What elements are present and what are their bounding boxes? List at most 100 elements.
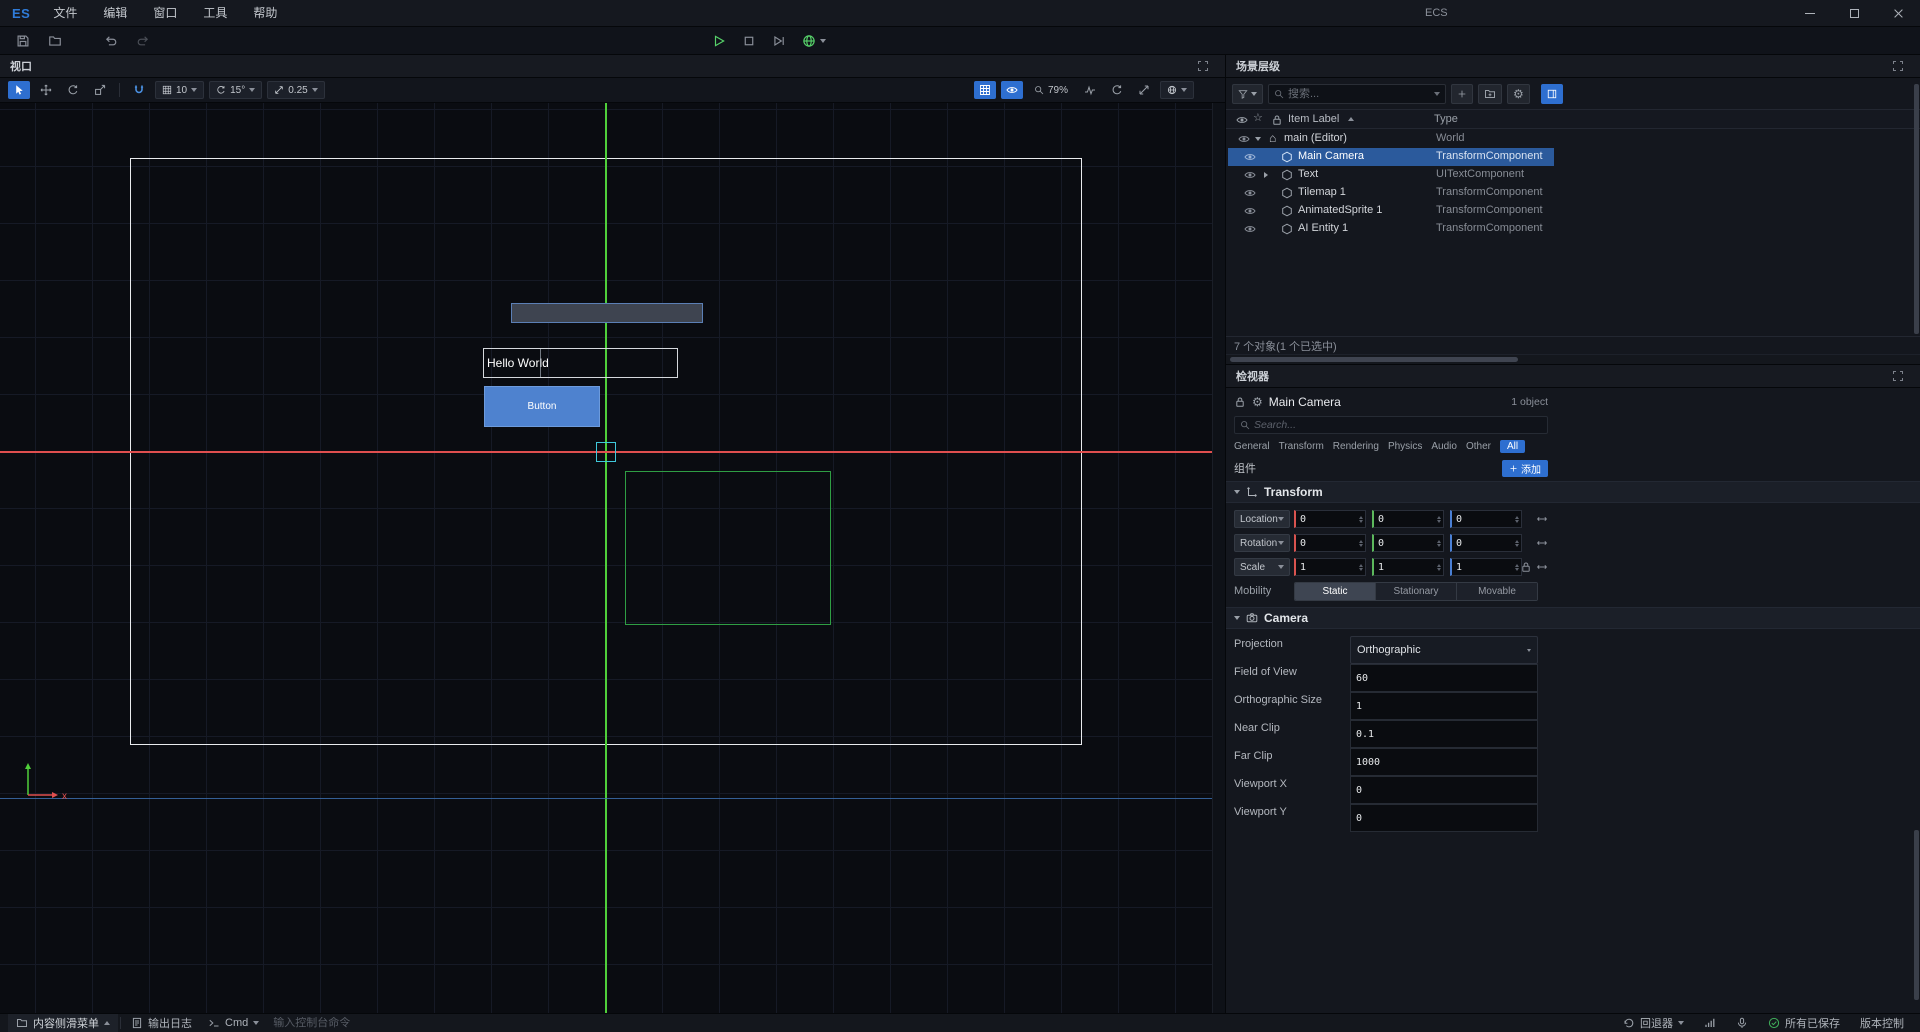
play-button[interactable]	[708, 30, 730, 52]
viewport-y-input[interactable]	[1351, 813, 1537, 824]
favorite-column-icon[interactable]: ☆	[1253, 111, 1263, 124]
hierarchy-row-animatedsprite[interactable]: AnimatedSprite 1 TransformComponent	[1228, 202, 1554, 220]
hierarchy-vertical-scrollbar[interactable]	[1913, 80, 1920, 334]
rotation-y-input[interactable]	[1374, 538, 1437, 549]
lock-icon[interactable]	[1234, 396, 1246, 408]
rotation-z-input[interactable]	[1452, 538, 1515, 549]
row-label[interactable]: AI Entity 1	[1298, 222, 1348, 234]
link-axes-icon[interactable]	[1536, 561, 1548, 573]
snap-toggle-button[interactable]	[128, 81, 150, 99]
menu-edit[interactable]: 编辑	[90, 0, 140, 27]
inspector-vertical-scrollbar[interactable]	[1913, 365, 1920, 1013]
orthographic-size-input[interactable]	[1351, 701, 1537, 712]
field-of-view-input[interactable]	[1351, 673, 1537, 684]
mobility-stationary-option[interactable]: Stationary	[1376, 583, 1457, 600]
row-label[interactable]: AnimatedSprite 1	[1298, 204, 1382, 216]
text-widget[interactable]: Hello World	[483, 348, 678, 378]
scale-y-input[interactable]	[1374, 562, 1437, 573]
tab-transform[interactable]: Transform	[1279, 441, 1324, 452]
sort-ascending-icon[interactable]	[1348, 117, 1354, 121]
hierarchy-row-text[interactable]: Text UITextComponent	[1228, 166, 1554, 184]
near-clip-input[interactable]	[1351, 729, 1537, 740]
tab-audio[interactable]: Audio	[1431, 441, 1457, 452]
eye-icon[interactable]	[1244, 205, 1256, 217]
location-z-field[interactable]	[1450, 510, 1522, 528]
tab-all[interactable]: All	[1500, 440, 1525, 453]
close-button[interactable]	[1876, 0, 1920, 27]
maximize-button[interactable]	[1832, 0, 1876, 27]
spinner-icon[interactable]	[1437, 516, 1443, 523]
chevron-down-icon[interactable]	[1434, 92, 1440, 96]
item-label-column[interactable]: Item Label	[1288, 113, 1339, 125]
step-button[interactable]	[768, 30, 790, 52]
console-command-input[interactable]	[273, 1017, 433, 1029]
layout-toggle-button[interactable]	[1541, 84, 1563, 104]
eye-icon[interactable]	[1244, 187, 1256, 199]
scale-z-input[interactable]	[1452, 562, 1515, 573]
scale-x-input[interactable]	[1296, 562, 1359, 573]
hierarchy-search-input[interactable]	[1288, 88, 1430, 100]
zoom-control[interactable]: 79%	[1034, 85, 1068, 96]
hierarchy-row-tilemap[interactable]: Tilemap 1 TransformComponent	[1228, 184, 1554, 202]
eye-icon[interactable]	[1244, 223, 1256, 235]
location-x-field[interactable]	[1294, 510, 1366, 528]
hierarchy-settings-button[interactable]: ⚙	[1507, 84, 1530, 104]
link-axes-icon[interactable]	[1536, 537, 1548, 549]
tab-general[interactable]: General	[1234, 441, 1270, 452]
content-drawer-button[interactable]: 内容侧滑菜单	[8, 1014, 118, 1032]
add-entity-button[interactable]	[1451, 84, 1473, 104]
select-tool-button[interactable]	[8, 81, 30, 99]
run-target-dropdown[interactable]	[798, 34, 830, 48]
spinner-icon[interactable]	[1437, 564, 1443, 571]
add-component-button[interactable]: 添加	[1502, 460, 1548, 477]
slider-widget[interactable]	[511, 303, 703, 323]
mobility-static-option[interactable]: Static	[1295, 583, 1376, 600]
save-status[interactable]: 所有已保存	[1760, 1014, 1848, 1032]
rotation-x-field[interactable]	[1294, 534, 1366, 552]
button-widget[interactable]: Button	[484, 386, 600, 427]
transform-section-header[interactable]: Transform	[1226, 481, 1920, 503]
version-control-button[interactable]: 版本控制	[1852, 1014, 1912, 1032]
angle-snap-dropdown[interactable]: 15°	[209, 81, 262, 99]
eye-icon[interactable]	[1244, 151, 1256, 163]
stats-button[interactable]	[1079, 81, 1101, 99]
viewport-canvas[interactable]: Hello World Button x	[0, 103, 1225, 1013]
sprite-bounds[interactable]	[625, 471, 831, 625]
spinner-icon[interactable]	[1515, 540, 1521, 547]
move-tool-button[interactable]	[35, 81, 57, 99]
lock-column-icon[interactable]	[1271, 114, 1283, 126]
scale-x-field[interactable]	[1294, 558, 1366, 576]
selection-handle[interactable]	[596, 442, 616, 462]
tab-other[interactable]: Other	[1466, 441, 1491, 452]
rotation-z-field[interactable]	[1450, 534, 1522, 552]
row-label[interactable]: Main Camera	[1298, 150, 1364, 162]
uniform-scale-lock-icon[interactable]	[1520, 561, 1532, 573]
tab-rendering[interactable]: Rendering	[1333, 441, 1379, 452]
hierarchy-row-ai-entity[interactable]: AI Entity 1 TransformComponent	[1228, 220, 1554, 238]
stop-button[interactable]	[738, 30, 760, 52]
hierarchy-row-main-camera[interactable]: Main Camera TransformComponent	[1228, 148, 1554, 166]
location-z-input[interactable]	[1452, 514, 1515, 525]
cmd-dropdown[interactable]: Cmd	[200, 1014, 267, 1032]
scale-tool-button[interactable]	[89, 81, 111, 99]
location-dropdown[interactable]: Location	[1234, 510, 1290, 528]
row-label[interactable]: Text	[1298, 168, 1318, 180]
menu-file[interactable]: 文件	[40, 0, 90, 27]
hierarchy-row-main[interactable]: ⌂ main (Editor) World	[1228, 130, 1554, 148]
world-dropdown[interactable]	[1160, 81, 1194, 99]
grid-snap-dropdown[interactable]: 10	[155, 81, 204, 99]
network-status-button[interactable]	[1696, 1014, 1724, 1032]
scale-y-field[interactable]	[1372, 558, 1444, 576]
tab-physics[interactable]: Physics	[1388, 441, 1422, 452]
type-column[interactable]: Type	[1434, 113, 1458, 125]
menu-tools[interactable]: 工具	[190, 0, 240, 27]
scrollbar-thumb[interactable]	[1914, 830, 1919, 1000]
visibility-column-icon[interactable]	[1236, 114, 1248, 126]
expand-panel-icon[interactable]	[1892, 370, 1904, 382]
far-clip-input[interactable]	[1351, 757, 1537, 768]
rotation-x-input[interactable]	[1296, 538, 1359, 549]
hierarchy-horizontal-scrollbar[interactable]	[1226, 354, 1920, 364]
scrollbar-thumb[interactable]	[1914, 84, 1919, 334]
spinner-icon[interactable]	[1359, 540, 1365, 547]
scale-z-field[interactable]	[1450, 558, 1522, 576]
